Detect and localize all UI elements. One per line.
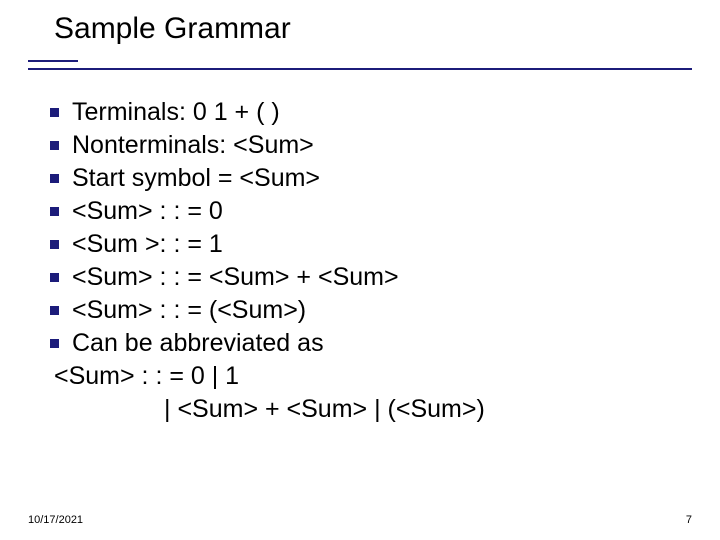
accent-rule-short (28, 60, 78, 62)
slide-body: Terminals: 0 1 + ( ) Nonterminals: <Sum>… (36, 96, 696, 426)
bullet-group-1: Terminals: 0 1 + ( ) Nonterminals: <Sum>… (36, 96, 696, 195)
title-band: Sample Grammar (0, 12, 720, 54)
bullet-rule-1: <Sum >: : = 1 (36, 228, 696, 261)
accent-rule-long (28, 68, 692, 70)
footer-page: 7 (686, 514, 692, 526)
bullet-rule-paren: <Sum> : : = (<Sum>) (36, 294, 696, 327)
slide: Sample Grammar Terminals: 0 1 + ( ) Nont… (0, 0, 720, 540)
slide-title: Sample Grammar (54, 12, 720, 46)
bullet-nonterminals: Nonterminals: <Sum> (36, 129, 696, 162)
bullet-terminals: Terminals: 0 1 + ( ) (36, 96, 696, 129)
abbrev-line-1: <Sum> : : = 0 | 1 (54, 360, 696, 393)
bullet-rule-0: <Sum> : : = 0 (36, 195, 696, 228)
bullet-abbrev: Can be abbreviated as (36, 327, 696, 360)
footer-date: 10/17/2021 (28, 514, 83, 526)
bullet-rule-plus: <Sum> : : = <Sum> + <Sum> (36, 261, 696, 294)
abbrev-lines: <Sum> : : = 0 | 1 | <Sum> + <Sum> | (<Su… (36, 360, 696, 426)
bullet-group-2: <Sum> : : = 0 <Sum >: : = 1 <Sum> : : = … (36, 195, 696, 360)
abbrev-line-2: | <Sum> + <Sum> | (<Sum>) (54, 393, 696, 426)
bullet-start-symbol: Start symbol = <Sum> (36, 162, 696, 195)
